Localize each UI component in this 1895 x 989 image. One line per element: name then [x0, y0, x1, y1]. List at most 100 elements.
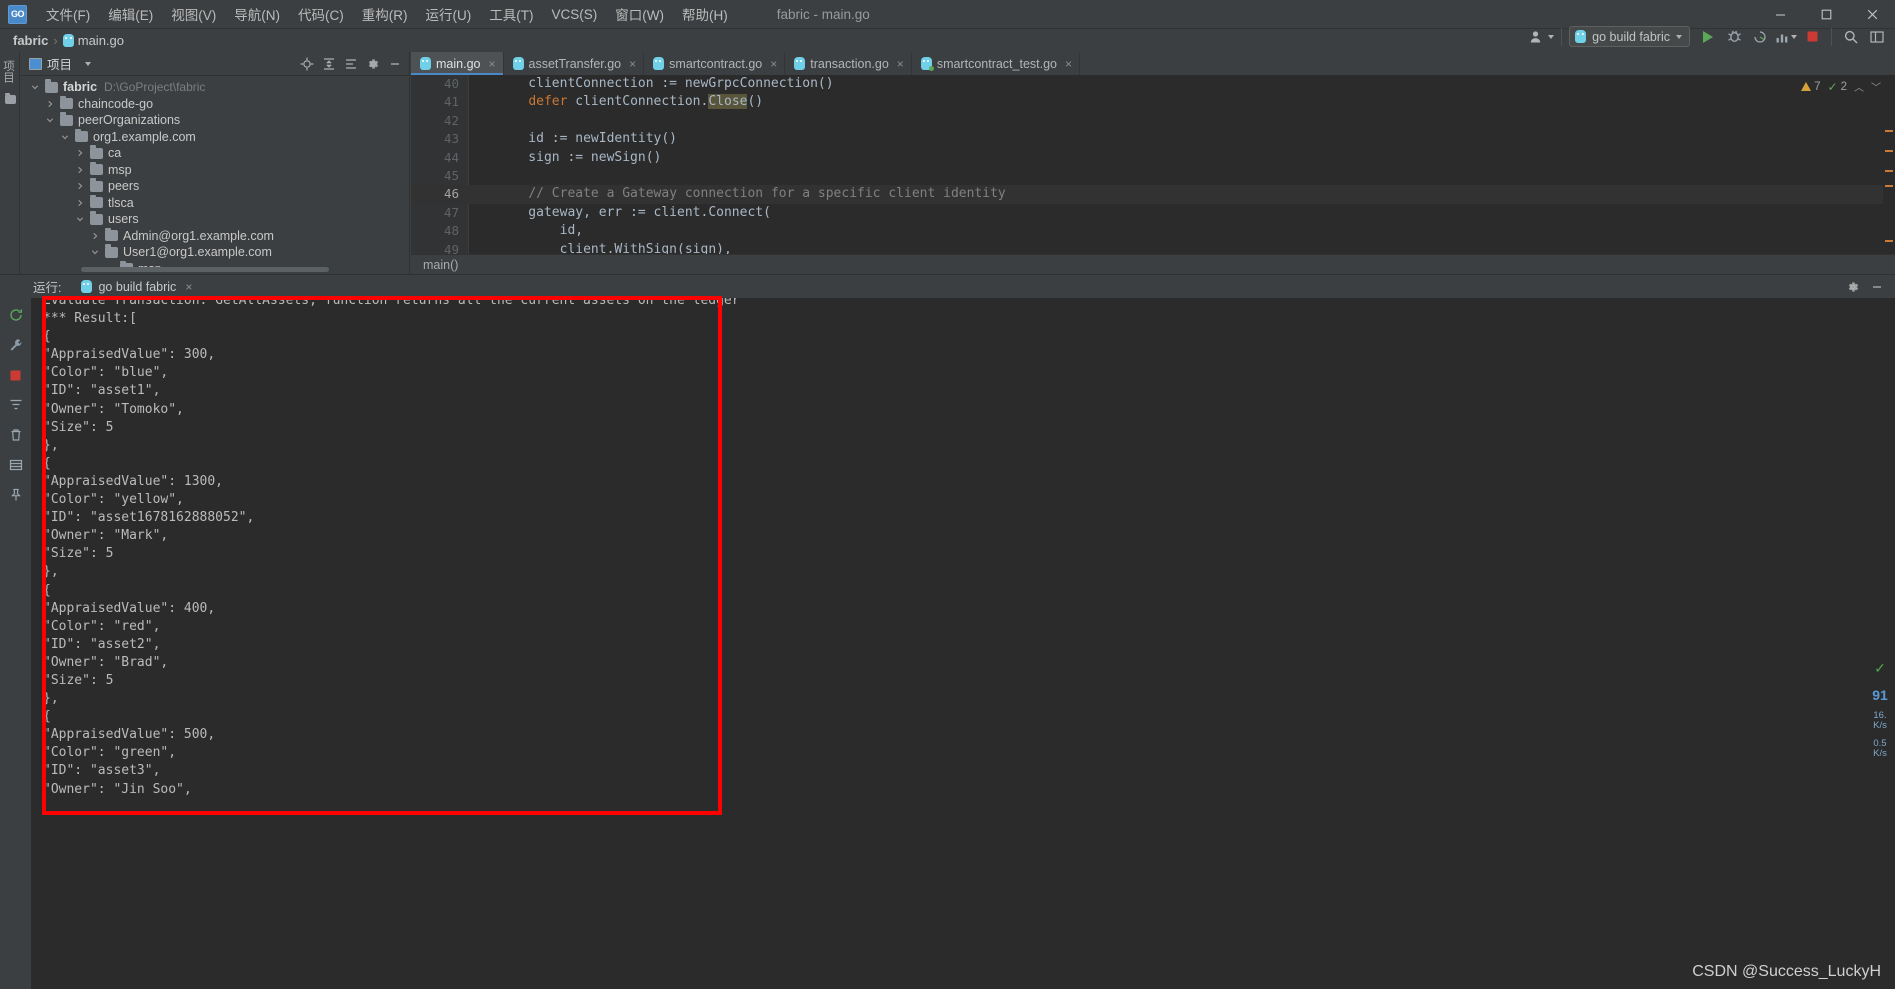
editor-tab[interactable]: smartcontract_test.go × — [912, 52, 1081, 75]
chevron-right-icon[interactable] — [74, 147, 86, 159]
gear-icon[interactable] — [1843, 277, 1863, 297]
expand-icon[interactable] — [341, 54, 361, 74]
wrench-icon[interactable] — [7, 336, 25, 354]
tree-node[interactable]: Admin@org1.example.com — [21, 227, 409, 245]
run-tab-go-build-fabric[interactable]: go build fabric × — [75, 275, 199, 298]
chevron-right-icon[interactable] — [89, 230, 101, 242]
tree-node[interactable]: peers — [21, 178, 409, 195]
hide-icon[interactable] — [1867, 277, 1887, 297]
close-icon[interactable]: × — [629, 58, 636, 70]
search-icon[interactable] — [1839, 26, 1863, 48]
watermark-label: CSDN @Success_LuckyH — [1692, 963, 1881, 980]
filter-icon[interactable] — [7, 396, 25, 414]
tree-node[interactable]: User1@org1.example.com — [21, 244, 409, 261]
layout-icon[interactable] — [1865, 26, 1889, 48]
chevron-right-icon[interactable] — [74, 164, 86, 176]
profile-icon[interactable] — [1774, 26, 1798, 48]
rerun-icon[interactable] — [7, 306, 25, 324]
line-number: 43 — [443, 131, 459, 147]
coverage-icon[interactable] — [1748, 26, 1772, 48]
tree-node[interactable]: tlsca — [21, 194, 409, 212]
code-line: 45 — [411, 167, 1895, 185]
project-panel-actions — [297, 54, 405, 74]
gear-icon[interactable] — [363, 54, 383, 74]
code-line: 48 id, — [411, 222, 1895, 240]
chevron-down-icon[interactable] — [74, 213, 86, 225]
folder-icon — [90, 145, 103, 159]
debug-icon[interactable] — [1722, 26, 1746, 48]
project-panel-title: 项目 — [47, 58, 73, 72]
code-editor[interactable]: 40 clientConnection := newGrpcConnection… — [411, 75, 1895, 274]
editor-status-bar: main() — [411, 254, 1895, 274]
tree-node[interactable]: ca — [21, 145, 409, 162]
editor-tab[interactable]: transaction.go × — [785, 52, 912, 75]
folder-icon — [90, 211, 103, 225]
close-icon[interactable]: × — [1065, 58, 1072, 70]
go-file-icon — [920, 57, 934, 71]
close-icon[interactable]: × — [488, 58, 495, 70]
go-file-icon — [420, 57, 431, 70]
tree-node-label: chaincode-go — [78, 96, 154, 111]
tree-node[interactable]: chaincode-go — [21, 95, 409, 113]
status-check-icon: ✓ — [1874, 660, 1886, 676]
pin-icon[interactable] — [7, 486, 25, 504]
line-number: 46 — [443, 186, 459, 202]
locate-icon[interactable] — [297, 54, 317, 74]
editor-tab[interactable]: assetTransfer.go × — [504, 52, 645, 75]
chevron-down-icon[interactable] — [29, 81, 41, 93]
collapse-all-icon[interactable] — [319, 54, 339, 74]
chevron-right-icon[interactable] — [74, 197, 86, 209]
run-console[interactable]: Evaluate Transaction: GetAllAssets, func… — [31, 298, 1895, 989]
chevron-right-icon[interactable] — [74, 180, 86, 192]
inspection-widget[interactable]: 7 ✓ 2 ︿ ﹀ — [1801, 79, 1881, 94]
close-icon[interactable]: × — [185, 281, 192, 293]
network-in-label: 16. K/s — [1873, 710, 1887, 731]
go-config-icon — [1575, 30, 1587, 43]
stop-icon[interactable] — [7, 366, 25, 384]
close-icon[interactable]: × — [897, 58, 904, 70]
run-panel-header-actions — [1843, 277, 1895, 297]
code-line: 47 gateway, err := client.Connect( — [411, 204, 1895, 222]
network-out-label: 0.5 K/s — [1873, 738, 1887, 759]
project-icon — [29, 57, 42, 70]
chevron-right-icon[interactable] — [44, 98, 56, 110]
chevron-down-icon[interactable] — [89, 246, 101, 258]
hide-icon[interactable] — [385, 54, 405, 74]
run-icon[interactable] — [1696, 26, 1720, 48]
folder-icon[interactable] — [4, 92, 16, 104]
editor-tab[interactable]: main.go × — [411, 52, 504, 75]
close-icon[interactable]: × — [770, 58, 777, 70]
tree-node[interactable]: msp — [21, 161, 409, 179]
chevron-down-icon[interactable] — [59, 131, 71, 143]
check-count[interactable]: ✓ 2 — [1828, 80, 1847, 94]
editor-vertical-scrollbar[interactable] — [1883, 75, 1895, 274]
strip-item-project[interactable]: 项目 — [0, 54, 16, 89]
prev-issue-icon[interactable]: ︿ — [1854, 79, 1864, 94]
warning-count[interactable]: 7 — [1801, 81, 1821, 93]
project-panel-title-group[interactable]: 项目 — [25, 54, 95, 73]
tree-node[interactable]: users — [21, 211, 409, 228]
user-icon[interactable] — [1530, 26, 1555, 48]
grid-icon[interactable] — [7, 456, 25, 474]
next-issue-icon[interactable]: ﹀ — [1871, 79, 1881, 94]
project-tree: fabric D:\GoProject\fabric chaincode-go pee… — [21, 76, 409, 272]
tree-node[interactable]: org1.example.com — [21, 128, 409, 146]
folder-icon — [60, 112, 73, 126]
run-configuration-selector[interactable]: go build fabric — [1569, 26, 1690, 47]
error-marker — [1885, 170, 1893, 172]
chevron-down-icon[interactable] — [85, 61, 92, 66]
tree-node[interactable]: fabric D:\GoProject\fabric — [21, 79, 409, 96]
tree-horizontal-scrollbar[interactable] — [81, 267, 329, 272]
code-line: 44 sign := newSign() — [411, 149, 1895, 167]
tree-node[interactable]: peerOrganizations — [21, 112, 409, 129]
stop-icon[interactable] — [1800, 26, 1824, 48]
editor-tab[interactable]: smartcontract.go × — [644, 52, 786, 75]
chevron-down-icon — [1676, 34, 1682, 39]
go-file-icon — [653, 57, 665, 70]
menu-item-vcs[interactable]: VCS(S) — [543, 4, 607, 25]
run-tab-label: go build fabric — [98, 279, 177, 294]
code-lines: 40 clientConnection := newGrpcConnection… — [411, 75, 1895, 274]
chevron-down-icon[interactable] — [44, 114, 56, 126]
trash-icon[interactable] — [7, 426, 25, 444]
toolbar-divider — [1831, 27, 1832, 46]
